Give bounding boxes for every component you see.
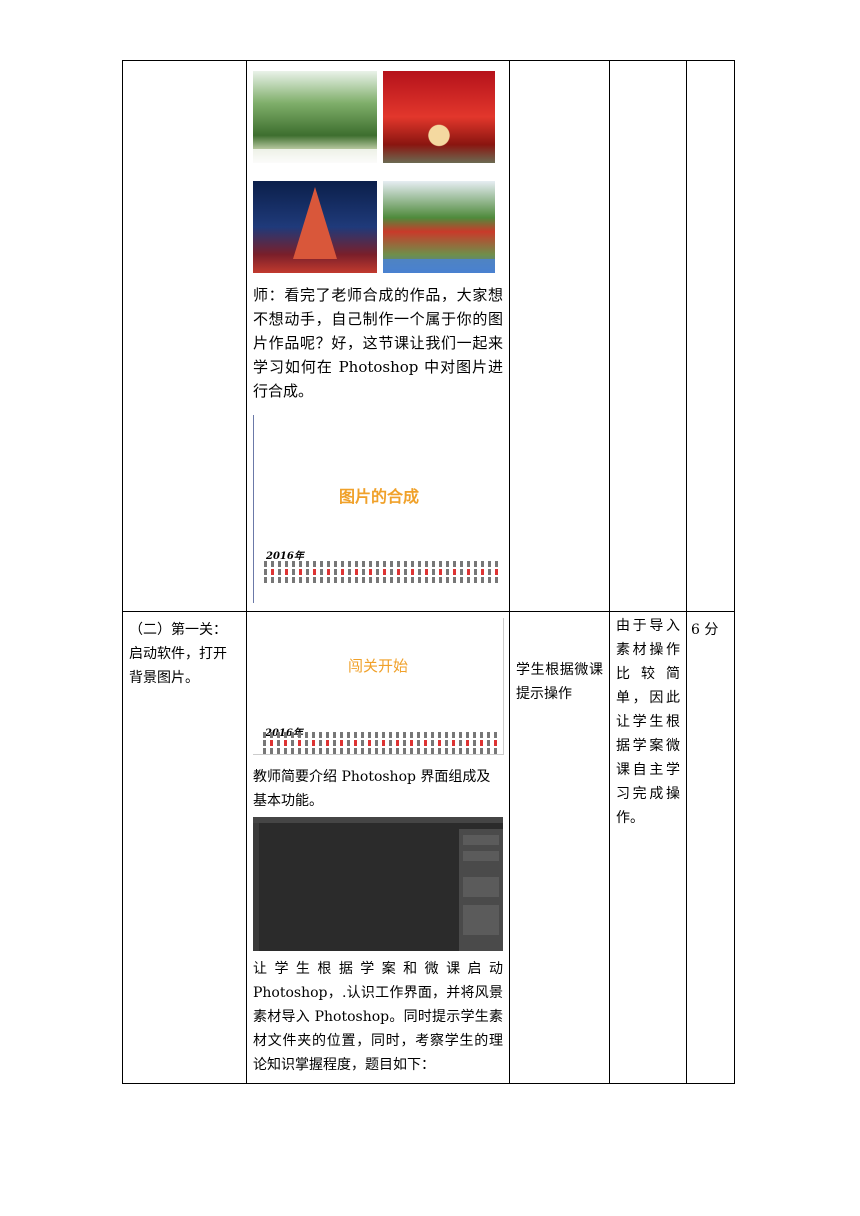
- design-intent-cell: [609, 60, 687, 612]
- table-row: 师：看完了老师合成的作品，大家想不想动手，自己制作一个属于你的图片作品呢？好，这…: [122, 60, 735, 612]
- teacher-activity-cell: 闯关开始 2016年 教师简要介绍 Photoshop 界面组成及基本功能。 让…: [246, 611, 510, 1084]
- stage-text: （二）第一关：启动软件，打开背景图片。: [129, 622, 227, 686]
- student-activity-cell: 学生根据微课提示操作: [509, 611, 610, 1084]
- slide-title: 闯关开始: [347, 657, 408, 675]
- stage-cell: （二）第一关：启动软件，打开背景图片。: [122, 611, 247, 1084]
- park-pavilion-photo: [383, 181, 495, 273]
- student-activity-cell: [509, 60, 610, 612]
- teacher-activity-cell: 师：看完了老师合成的作品，大家想不想动手，自己制作一个属于你的图片作品呢？好，这…: [246, 60, 510, 612]
- stage-cell: [122, 60, 247, 612]
- intro-text: 教师简要介绍 Photoshop 界面组成及基本功能。: [253, 769, 491, 809]
- document-page: 师：看完了老师合成的作品，大家想不想动手，自己制作一个属于你的图片作品呢？好，这…: [0, 0, 860, 1216]
- time-cell: [686, 60, 735, 612]
- design-intent-cell: 由于导入素材操作比较简单，因此让学生根据学案微课自主学习完成操作。: [609, 611, 687, 1084]
- photo-grid: [247, 61, 509, 273]
- slide-level-start: 闯关开始 2016年: [253, 618, 504, 755]
- time-text: 6 分: [691, 622, 719, 638]
- student-activity-text: 学生根据微课提示操作: [516, 662, 603, 702]
- lesson-plan-table: 师：看完了老师合成的作品，大家想不想动手，自己制作一个属于你的图片作品呢？好，这…: [122, 60, 735, 1084]
- instruction-text: 让学生根据学案和微课启动 Photoshop，.认识工作界面，并将风景素材导入 …: [253, 961, 503, 1073]
- teacher-speech-text: 师：看完了老师合成的作品，大家想不想动手，自己制作一个属于你的图片作品呢？好，这…: [253, 286, 503, 400]
- time-cell: 6 分: [686, 611, 735, 1084]
- calendar-strip: [263, 732, 497, 758]
- slide-title: 图片的合成: [338, 487, 419, 506]
- calendar-strip: [264, 561, 498, 587]
- table-row: （二）第一关：启动软件，打开背景图片。 闯关开始 2016年 教师简要介绍 Ph…: [122, 611, 735, 1084]
- night-temple-photo: [253, 181, 377, 273]
- red-flower-path-photo: [383, 71, 495, 163]
- slide-image-picture-composition: 图片的合成 2016年: [253, 415, 504, 603]
- design-intent-text: 由于导入素材操作比较简单，因此让学生根据学案微课自主学习完成操作。: [616, 618, 680, 826]
- photoshop-interface-screenshot: [253, 817, 503, 951]
- palm-garden-calendar-photo: [253, 71, 377, 163]
